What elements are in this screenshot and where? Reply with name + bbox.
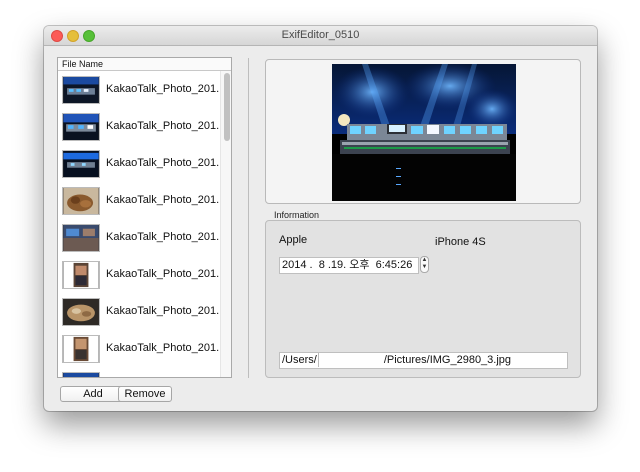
file-name-label: KakaoTalk_Photo_201... <box>106 342 226 354</box>
stepper-down-icon[interactable]: ▼ <box>421 264 428 271</box>
file-path-field[interactable]: /Users/ /Pictures/IMG_2980_3.jpg <box>279 352 568 369</box>
title-bar[interactable]: ExifEditor_0510 <box>44 26 597 46</box>
information-group-title: Information <box>274 210 320 220</box>
file-list-item[interactable]: KakaoTalk_Photo_201... <box>58 182 225 219</box>
file-name-column-header[interactable]: File Name <box>58 58 231 71</box>
path-prefix: /Users/ <box>282 354 317 366</box>
stage-photo-thumbnail <box>62 150 100 178</box>
file-list-item[interactable] <box>58 367 220 377</box>
file-list-item[interactable]: KakaoTalk_Photo_201... <box>58 256 225 293</box>
redacted-username-box <box>317 353 384 367</box>
food-photo-thumbnail <box>62 298 100 326</box>
app-window: ExifEditor_0510 File Name KakaoTalk_Phot… <box>44 26 597 411</box>
panel-divider <box>248 58 249 378</box>
datetime-field[interactable]: 2014 . 8 .19. 오후 6:45:26 <box>279 257 419 274</box>
file-name-label: KakaoTalk_Photo_201... <box>106 268 226 280</box>
food-photo-thumbnail <box>62 187 100 215</box>
file-name-label: KakaoTalk_Photo_201... <box>106 231 226 243</box>
add-button[interactable]: Add <box>60 386 126 402</box>
crowd-photo-thumbnail <box>62 224 100 252</box>
file-name-label: KakaoTalk_Photo_201... <box>106 194 226 206</box>
stage-photo-thumbnail <box>62 113 100 141</box>
remove-button[interactable]: Remove <box>118 386 172 402</box>
file-list-item[interactable]: KakaoTalk_Photo_201... <box>58 145 225 182</box>
file-name-label: KakaoTalk_Photo_201... <box>106 157 226 169</box>
path-suffix: /Pictures/IMG_2980_3.jpg <box>383 354 512 366</box>
camera-make-label: Apple <box>279 234 308 246</box>
scrollbar-thumb[interactable] <box>224 73 230 141</box>
stepper-up-icon[interactable]: ▲ <box>421 257 428 264</box>
file-list[interactable]: File Name KakaoTalk_Photo_201... KakaoTa… <box>57 57 232 378</box>
file-name-label: KakaoTalk_Photo_201... <box>106 83 226 95</box>
information-panel: Apple iPhone 4S 2014 . 8 .19. 오후 6:45:26… <box>265 220 581 378</box>
window-title: ExifEditor_0510 <box>281 29 360 41</box>
file-list-scrollbar[interactable] <box>220 71 231 377</box>
preview-photo <box>332 64 516 201</box>
file-list-item[interactable]: KakaoTalk_Photo_201... <box>58 108 225 145</box>
portrait-photo-thumbnail <box>62 335 100 363</box>
file-list-item[interactable]: KakaoTalk_Photo_201... <box>58 219 225 256</box>
stage-photo-thumbnail <box>62 76 100 104</box>
camera-model-label: iPhone 4S <box>435 236 486 248</box>
image-preview-panel <box>265 59 581 204</box>
datetime-stepper[interactable]: ▲ ▼ <box>420 256 429 273</box>
portrait-photo-thumbnail <box>62 261 100 289</box>
file-name-label: KakaoTalk_Photo_201... <box>106 120 226 132</box>
file-list-item[interactable]: KakaoTalk_Photo_201... <box>58 293 225 330</box>
file-list-item[interactable]: KakaoTalk_Photo_201... <box>58 330 225 367</box>
file-list-item[interactable]: KakaoTalk_Photo_201... <box>58 71 225 108</box>
file-name-label: KakaoTalk_Photo_201... <box>106 305 226 317</box>
stage-photo-thumbnail <box>62 372 100 377</box>
